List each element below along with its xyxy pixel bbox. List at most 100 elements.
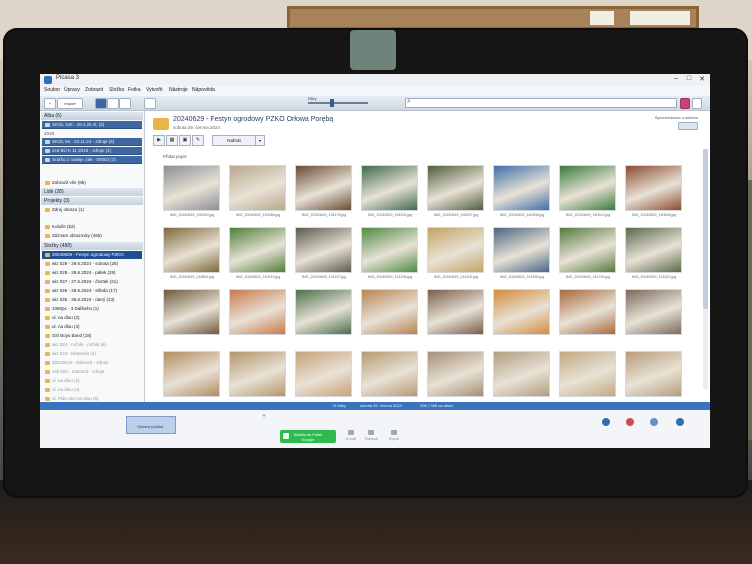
sidebar-project-item[interactable]: Kolaže (52) bbox=[42, 223, 142, 231]
menu-create[interactable]: Vytvořit bbox=[146, 87, 162, 93]
sidebar-people-item[interactable]: Zobrazit vše (86) bbox=[42, 179, 142, 187]
sidebar-folder-item[interactable]: ul. na dlou (2) bbox=[42, 314, 142, 322]
photo-thumbnail[interactable] bbox=[361, 289, 418, 335]
photo-thumbnail[interactable] bbox=[559, 227, 616, 273]
people-view-icon[interactable] bbox=[144, 98, 156, 109]
photo-thumbnail[interactable] bbox=[361, 227, 418, 273]
sidebar-folder-item[interactable]: 20240519 - Zobrazit - zdroje bbox=[42, 359, 142, 367]
search-input[interactable] bbox=[405, 98, 677, 108]
sidebar-folder-item[interactable]: wiz 028 - 28.6.2024 - pátek (29) bbox=[42, 269, 142, 277]
sidebar-folder-item[interactable]: wiz 025 - 25.6.2024 - úterý (23) bbox=[42, 296, 142, 304]
photo-thumbnail[interactable] bbox=[559, 289, 616, 335]
slider-knob[interactable] bbox=[330, 99, 334, 107]
movie-icon[interactable]: ▣ bbox=[179, 135, 191, 146]
sync-toggle[interactable] bbox=[678, 122, 698, 130]
export-button[interactable]: Export bbox=[383, 430, 405, 441]
photo-thumbnail[interactable] bbox=[427, 289, 484, 335]
menu-file[interactable]: Soubor bbox=[44, 87, 60, 93]
photo-thumbnail[interactable] bbox=[229, 227, 286, 273]
sidebar-section-folders[interactable]: Složky (488) bbox=[41, 242, 143, 250]
sidebar-folder-item[interactable]: wiz 027 - 27.6.2024 - čtvrtek (21) bbox=[42, 278, 142, 286]
sidebar-album[interactable]: SKOL 94 - 22.11.24 - zdroje (5) bbox=[42, 138, 142, 146]
photo-thumbnail[interactable] bbox=[625, 289, 682, 335]
list-view-icon[interactable] bbox=[107, 98, 119, 109]
photo-thumbnail[interactable] bbox=[493, 289, 550, 335]
timeline-view-icon[interactable] bbox=[119, 98, 131, 109]
menu-view[interactable]: Zobrazit bbox=[85, 87, 103, 93]
photo-thumbnail[interactable] bbox=[559, 351, 616, 397]
menu-tools[interactable]: Nástroje bbox=[169, 87, 188, 93]
photo-thumbnail[interactable] bbox=[427, 227, 484, 273]
photo-thumbnail[interactable] bbox=[625, 227, 682, 273]
photo-thumbnail[interactable] bbox=[295, 165, 352, 211]
sidebar-folder-item[interactable]: vek 022 - Zobrazit - zdroje bbox=[42, 368, 142, 376]
share-button[interactable]: Nahrát bbox=[212, 135, 256, 146]
sidebar-folder-item[interactable]: Girl Boys Band (18) bbox=[42, 332, 142, 340]
photo-thumbnail[interactable] bbox=[427, 351, 484, 397]
photo-thumbnail[interactable] bbox=[559, 165, 616, 211]
photo-thumbnail[interactable] bbox=[361, 165, 418, 211]
edit-icon[interactable]: ✎ bbox=[192, 135, 204, 146]
photo-thumbnail[interactable] bbox=[295, 351, 352, 397]
sidebar-folder-item[interactable]: wiz 023 - Nintendo (4) bbox=[42, 350, 142, 358]
photo-thumbnail[interactable] bbox=[493, 227, 550, 273]
maximize-button[interactable]: □ bbox=[683, 75, 695, 82]
close-button[interactable]: ✕ bbox=[696, 75, 708, 83]
sidebar-folder-item[interactable]: wiz 024 - ročnik - ročnik (6) bbox=[42, 341, 142, 349]
add-caption-link[interactable]: Přidat popis bbox=[163, 154, 187, 159]
sidebar-album[interactable]: Sraťko z mateje 196 - 00003 (3) bbox=[42, 156, 142, 164]
sidebar-project-item[interactable]: Záznam obrazovky (465) bbox=[42, 232, 142, 240]
photo-thumbnail[interactable] bbox=[163, 289, 220, 335]
import-button[interactable]: Import bbox=[57, 98, 83, 109]
photo-thumbnail[interactable] bbox=[493, 165, 550, 211]
menu-picture[interactable]: Fotka bbox=[128, 87, 141, 93]
photo-thumbnail[interactable] bbox=[163, 227, 220, 273]
tag-icon[interactable] bbox=[650, 418, 658, 426]
sidebar-folder-item[interactable]: ul. Plán dno na dlou (8) bbox=[42, 395, 142, 402]
menu-help[interactable]: Nápověda bbox=[192, 87, 215, 93]
scrollbar-thumb[interactable] bbox=[703, 149, 708, 309]
sidebar-folder-item[interactable]: ul. na dlou (3) bbox=[42, 323, 142, 331]
menu-edit[interactable]: Úpravy bbox=[64, 87, 80, 93]
photo-thumbnail[interactable] bbox=[625, 165, 682, 211]
sidebar-folder-item[interactable]: ul. na dlou (2) bbox=[42, 377, 142, 385]
photo-thumbnail[interactable] bbox=[229, 165, 286, 211]
collage-icon[interactable]: ▦ bbox=[166, 135, 178, 146]
sidebar-folder-item[interactable]: wiz 029 - 29.6.2024 - sobota (26) bbox=[42, 260, 142, 268]
photo-thumbnail[interactable] bbox=[427, 165, 484, 211]
folder-title[interactable]: 20240629 - Festyn ogrodowy PZKO Orłowa P… bbox=[173, 116, 333, 123]
person-tag-icon[interactable] bbox=[602, 418, 610, 426]
sidebar-project-item[interactable]: Zdroj obrazu (1) bbox=[42, 206, 142, 214]
email-button[interactable]: E-mail bbox=[340, 430, 362, 441]
photo-thumbnail[interactable] bbox=[229, 351, 286, 397]
play-slideshow-icon[interactable]: ▶ bbox=[153, 135, 165, 146]
photo-thumbnail[interactable] bbox=[295, 227, 352, 273]
sidebar-album[interactable]: SKOL 106 - 29.4.25 st. (6) bbox=[42, 121, 142, 129]
location-pin-icon[interactable] bbox=[626, 418, 634, 426]
photo-thumbnail[interactable] bbox=[163, 351, 220, 397]
photo-thumbnail[interactable] bbox=[229, 289, 286, 335]
thumbnail-size-slider[interactable] bbox=[308, 102, 368, 104]
sidebar-folder-item[interactable]: wiz 026 - 26.6.2024 - středa (17) bbox=[42, 287, 142, 295]
photo-thumbnail[interactable] bbox=[493, 351, 550, 397]
sidebar-section-albums[interactable]: Alba (6) bbox=[41, 112, 143, 120]
upload-to-google-photos-button[interactable]: Nahrát do Fotek Google bbox=[280, 430, 336, 443]
minimize-button[interactable]: – bbox=[670, 75, 682, 82]
sidebar-folder-item[interactable]: ul. na dlou (4) bbox=[42, 386, 142, 394]
settings-icon[interactable] bbox=[692, 98, 702, 109]
sidebar-album[interactable]: zed BÜ K 11 2018 - zdroje (1) bbox=[42, 147, 142, 155]
sidebar-folder-selected[interactable]: 20240629 - Festyn ogrodowy PZKO bbox=[42, 251, 142, 259]
print-button[interactable]: Tisknout bbox=[360, 430, 382, 441]
add-to-tray-icon[interactable]: + bbox=[262, 413, 266, 420]
chevron-down-icon[interactable]: ▾ bbox=[255, 135, 265, 146]
library-view-icon[interactable] bbox=[95, 98, 107, 109]
menu-folder[interactable]: Složka bbox=[109, 87, 124, 93]
sidebar-folder-item[interactable]: 1080px - 3 Dalšieho (1) bbox=[42, 305, 142, 313]
account-icon[interactable] bbox=[680, 98, 690, 109]
photo-thumbnail[interactable] bbox=[361, 351, 418, 397]
info-icon[interactable] bbox=[676, 418, 684, 426]
photo-thumbnail[interactable] bbox=[295, 289, 352, 335]
photo-thumbnail[interactable] bbox=[163, 165, 220, 211]
sidebar-section-people[interactable]: Lidé (28) bbox=[41, 188, 143, 196]
photo-thumbnail[interactable] bbox=[625, 351, 682, 397]
